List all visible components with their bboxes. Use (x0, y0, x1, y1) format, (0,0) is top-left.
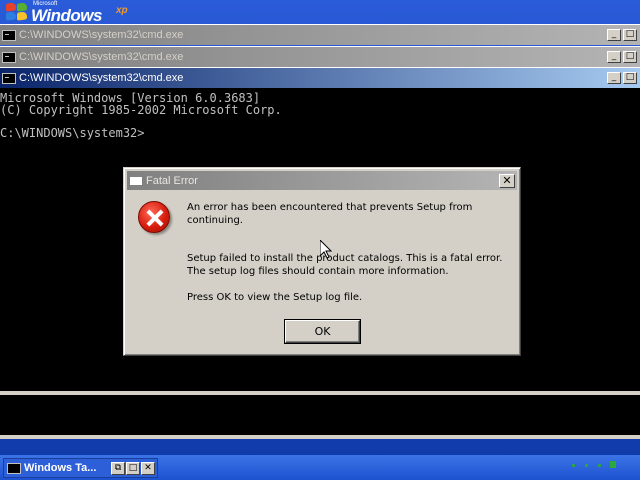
maximize-button[interactable]: □ (623, 29, 637, 41)
logo-windows-text: Windows (31, 5, 102, 25)
ok-button[interactable]: OK (284, 319, 361, 344)
tray-status-icon[interactable] (610, 461, 616, 468)
minimize-button[interactable]: _ (607, 51, 621, 63)
restore-button[interactable]: ⧉ (111, 461, 125, 475)
close-button[interactable]: ✕ (499, 173, 515, 188)
minimize-button[interactable]: _ (607, 72, 621, 84)
console-prompt: C:\WINDOWS\system32> (0, 126, 145, 140)
dialog-message-2: Setup failed to install the product cata… (187, 253, 503, 277)
maximize-button[interactable]: □ (623, 72, 637, 84)
cmd-window-title: C:\WINDOWS\system32\cmd.exe (19, 51, 184, 63)
dialog-title: Fatal Error (146, 174, 198, 187)
console-frame-bottom (0, 391, 640, 439)
fatal-error-dialog: Fatal Error ✕ An error has been encounte… (123, 167, 521, 356)
dialog-message-3: Press OK to view the Setup log file. (187, 292, 363, 303)
windows-flag-icon (6, 2, 28, 21)
windows-xp-logo: Microsoft Windows xp (6, 1, 146, 25)
dialog-message-1: An error has been encountered that preve… (187, 202, 473, 226)
error-icon (138, 201, 170, 233)
cmd-window-titlebar-active[interactable]: C:\WINDOWS\system32\cmd.exe _ □ (0, 67, 640, 88)
dialog-titlebar[interactable]: Fatal Error ✕ (127, 171, 517, 190)
console-icon (2, 51, 16, 63)
console-icon (2, 72, 16, 84)
cmd-window-title: C:\WINDOWS\system32\cmd.exe (19, 72, 184, 84)
maximize-button[interactable]: □ (623, 51, 637, 63)
close-button[interactable]: ✕ (141, 461, 155, 475)
logo-version-text: xp (116, 5, 128, 16)
cmd-window-titlebar-2[interactable]: C:\WINDOWS\system32\cmd.exe _ □ (0, 46, 640, 67)
console-icon (2, 29, 16, 41)
maximize-button[interactable]: □ (126, 461, 140, 475)
taskbar-item-windows[interactable]: Windows Ta... ⧉ □ ✕ (3, 458, 158, 478)
console-icon (7, 462, 21, 474)
console-copyright-line: (C) Copyright 1985-2002 Microsoft Corp. (0, 103, 282, 117)
taskbar-item-label: Windows Ta... (24, 462, 97, 474)
cmd-window-titlebar-1[interactable]: C:\WINDOWS\system32\cmd.exe _ □ (0, 24, 640, 45)
taskbar: Windows Ta... ⧉ □ ✕ (0, 455, 640, 480)
mouse-pointer-icon (320, 240, 332, 259)
system-tray-indicators (572, 464, 614, 467)
cmd-window-title: C:\WINDOWS\system32\cmd.exe (19, 29, 184, 41)
minimize-button[interactable]: _ (607, 29, 621, 41)
window-icon (129, 175, 143, 186)
